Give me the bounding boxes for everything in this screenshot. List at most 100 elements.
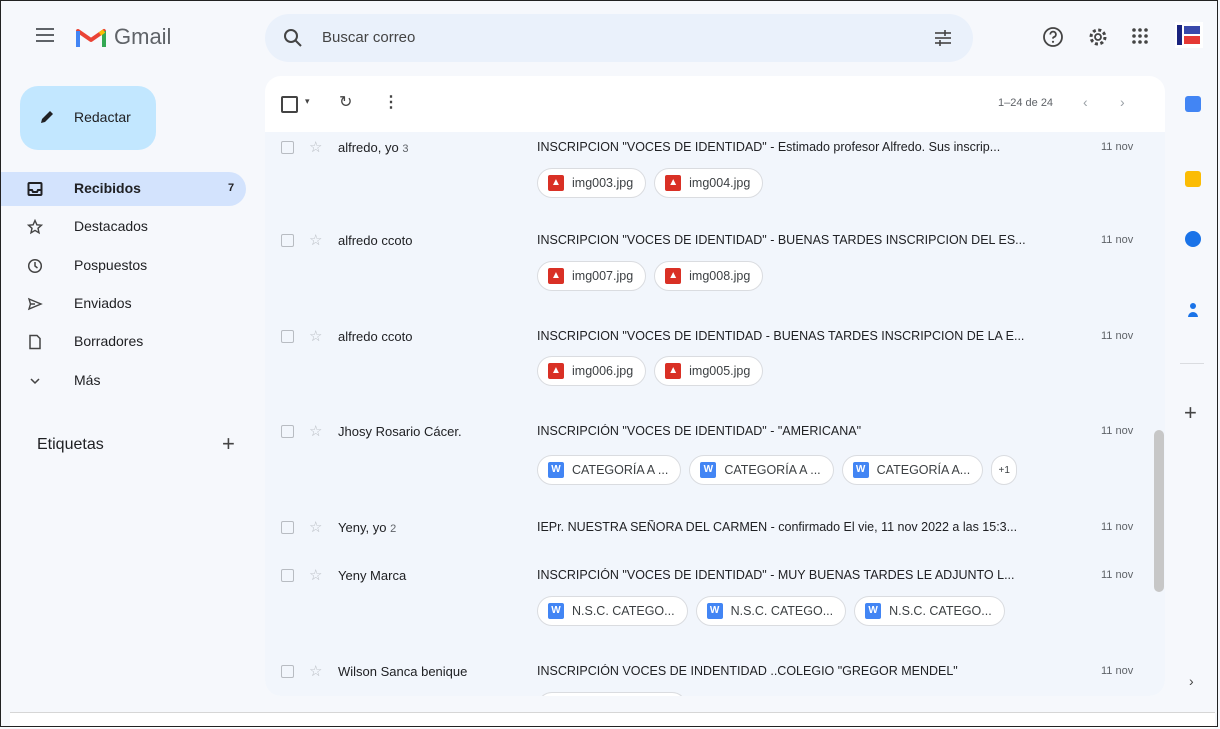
pagination-range: 1–24 de 24 [998,97,1054,109]
row-checkbox[interactable] [281,665,294,678]
email-date: 11 nov [1101,665,1134,677]
star-icon[interactable]: ☆ [309,422,322,440]
attachment-chip[interactable]: W CATEGORÍA A... [841,455,984,485]
email-row[interactable]: ☆ Wilson Sanca benique INSCRIPCIÓN VOCES… [265,647,1165,696]
search-input[interactable] [320,28,884,47]
show-side-panel-icon[interactable]: › [1189,673,1194,689]
email-sender: Wilson Sanca benique [338,664,468,679]
app-name: Gmail [114,24,172,49]
send-icon [27,297,43,311]
labels-heading: Etiquetas [37,436,104,453]
sidebar-item-starred[interactable]: Destacados [0,210,246,244]
search-bar[interactable] [265,14,973,62]
attachment-chip[interactable]: W N.S.C. CATEGO... [695,596,847,626]
add-label-icon[interactable]: + [222,431,235,457]
row-checkbox[interactable] [281,330,294,343]
apps-icon[interactable] [1130,26,1150,46]
word-doc-icon: W [700,462,717,478]
gmail-m-icon [76,29,106,47]
row-checkbox[interactable] [281,569,294,582]
select-dropdown-icon[interactable]: ▾ [305,96,310,107]
search-icon[interactable] [283,28,303,48]
image-file-icon: ▲ [548,268,564,284]
message-list-scrollbar[interactable] [1154,430,1164,592]
image-file-icon: ▲ [665,175,682,191]
thread-count: 2 [390,523,397,535]
email-sender: alfredo ccoto [338,233,413,248]
refresh-icon[interactable]: ↻ [339,92,352,112]
image-file-icon: ▲ [665,363,682,379]
attachment-chip[interactable]: W CATEGORÍA A ... [689,455,834,485]
contacts-icon[interactable] [1185,302,1201,318]
attachment-chip[interactable]: ▲ img003.jpg [537,168,647,198]
attachment-chip[interactable]: ▲ img005.jpg [654,356,764,386]
star-icon[interactable]: ☆ [309,566,322,584]
row-checkbox[interactable] [281,141,294,154]
list-toolbar: ▾ ↻ ⋮ 1–24 de 24 ‹ › [265,76,1165,132]
attachment-chip-partial[interactable] [537,692,687,696]
keep-icon[interactable] [1185,171,1201,187]
tasks-icon[interactable] [1185,231,1201,247]
star-icon[interactable]: ☆ [309,138,322,156]
inbox-icon [27,182,43,196]
email-subject: IEPr. NUESTRA SEÑORA DEL CARMEN - confir… [537,520,1018,534]
image-file-icon: ▲ [548,175,564,191]
chevron-down-icon [30,378,40,385]
email-date: 11 nov [1101,425,1134,437]
attachment-chip[interactable]: W CATEGORÍA A ... [537,455,682,485]
attachment-chip[interactable]: W N.S.C. CATEGO... [854,596,1005,626]
email-row[interactable]: ☆ Yeny Marca INSCRIPCIÓN "VOCES DE IDENT… [265,551,1165,648]
star-icon[interactable]: ☆ [309,662,322,680]
sidebar-item-drafts[interactable]: Borradores [0,325,246,359]
main-menu-icon[interactable] [36,28,54,46]
star-icon[interactable]: ☆ [309,518,322,536]
row-checkbox[interactable] [281,234,294,247]
attachment-chip[interactable]: W N.S.C. CATEGO... [537,596,688,626]
star-icon[interactable]: ☆ [309,231,322,249]
email-row[interactable]: ☆ alfredo, yo 3 INSCRIPCION "VOCES DE ID… [265,132,1165,217]
email-date: 11 nov [1101,569,1134,581]
next-page-icon[interactable]: › [1120,94,1125,110]
row-checkbox[interactable] [281,521,294,534]
email-row[interactable]: ☆ Jhosy Rosario Cácer. INSCRIPCIÓN "VOCE… [265,407,1165,504]
star-icon[interactable]: ☆ [309,327,322,345]
email-sender: Yeny Marca [338,568,407,583]
select-all-checkbox[interactable] [281,96,298,113]
sidebar-item-snoozed[interactable]: Pospuestos [0,249,246,283]
email-row[interactable]: ☆ alfredo ccoto INSCRIPCION "VOCES DE ID… [265,312,1165,408]
add-addon-icon[interactable]: + [1184,400,1197,426]
attachment-chip[interactable]: ▲ img004.jpg [654,168,764,198]
compose-button[interactable]: Redactar [20,86,156,150]
sidebar-item-sent[interactable]: Enviados [0,287,246,321]
more-options-icon[interactable]: ⋮ [383,92,399,112]
more-attachments-chip[interactable]: +1 [991,455,1018,485]
settings-icon[interactable] [1087,26,1109,48]
sidebar-item-more[interactable]: Más [0,364,246,398]
email-subject: INSCRIPCION "VOCES DE IDENTIDAD" - BUENA… [537,233,1026,247]
calendar-icon[interactable] [1185,96,1201,112]
attachment-chip[interactable]: ▲ img007.jpg [537,261,647,291]
help-icon[interactable] [1042,26,1064,48]
row-checkbox[interactable] [281,425,294,438]
compose-label: Redactar [74,109,131,125]
gmail-logo[interactable]: Gmail [76,24,171,50]
bottom-strip [10,712,1215,728]
attachment-chip[interactable]: ▲ img006.jpg [537,356,647,386]
clock-icon [27,258,43,274]
email-row[interactable]: ☆ alfredo ccoto INSCRIPCION "VOCES DE ID… [265,216,1165,313]
previous-page-icon[interactable]: ‹ [1083,94,1088,110]
sidebar-item-label: Destacados [74,218,148,234]
sidebar-item-inbox[interactable]: Recibidos 7 [0,172,246,206]
pencil-icon [41,111,53,123]
image-file-icon: ▲ [665,268,682,284]
sidebar-item-label: Borradores [74,333,144,349]
email-row[interactable]: ☆ Yeny, yo 2 IEPr. NUESTRA SEÑORA DEL CA… [265,503,1165,552]
word-doc-icon: W [706,603,723,619]
email-subject: INSCRIPCION "VOCES DE IDENTIDAD - BUENAS… [537,329,1025,343]
unread-count: 7 [228,182,235,194]
star-icon [27,219,43,235]
account-avatar[interactable] [1175,22,1203,48]
image-file-icon: ▲ [548,363,564,379]
attachment-chip[interactable]: ▲ img008.jpg [654,261,764,291]
search-options-icon[interactable] [933,28,953,48]
